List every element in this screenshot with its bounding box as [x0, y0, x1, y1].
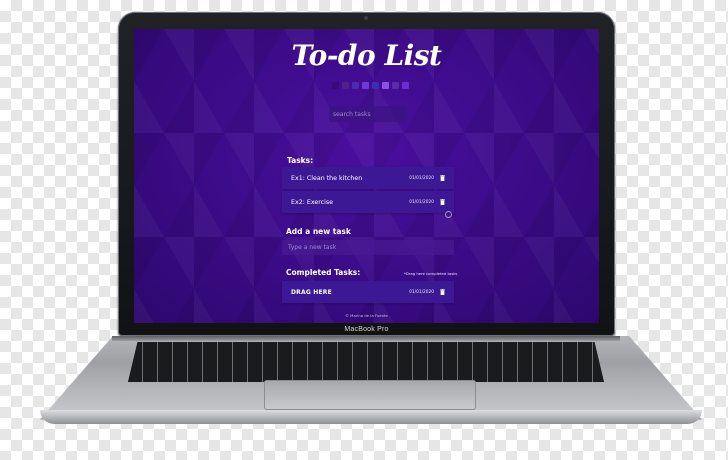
task-item[interactable]: Ex1: Clean the kitchen 01/01/2020	[282, 167, 454, 189]
theme-swatch[interactable]	[332, 82, 339, 89]
trash-icon[interactable]	[440, 199, 445, 205]
theme-swatch[interactable]	[372, 82, 379, 89]
theme-color-picker	[332, 82, 409, 89]
laptop-hinge	[112, 336, 620, 341]
task-item[interactable]: Ex2: Exercise 01/01/2020	[282, 191, 454, 213]
laptop-base-edge	[40, 410, 702, 424]
device-brand-label: MacBook Pro	[344, 326, 389, 333]
trash-icon[interactable]	[440, 175, 445, 181]
theme-swatch[interactable]	[402, 82, 409, 89]
new-task-input[interactable]	[282, 240, 454, 255]
camera-dot	[364, 16, 368, 20]
task-date: 01/01/2020	[409, 175, 434, 181]
completed-tasks-heading: Completed Tasks:	[286, 268, 361, 277]
theme-swatch[interactable]	[392, 82, 399, 89]
add-task-icon[interactable]	[445, 211, 452, 218]
task-date: 01/01/2020	[409, 289, 434, 295]
keyboard	[128, 342, 604, 382]
trackpad	[264, 380, 476, 410]
laptop-lid: To-do List Tasks: Ex1: Clean the kitchen…	[118, 12, 615, 336]
theme-swatch[interactable]	[352, 82, 359, 89]
tasks-heading: Tasks:	[287, 156, 314, 165]
task-date: 01/01/2020	[409, 199, 434, 205]
task-name: Ex1: Clean the kitchen	[291, 174, 363, 182]
drag-hint: *Drag here completed tasks	[404, 271, 458, 276]
app-title: To-do List	[291, 39, 442, 72]
app-screen: To-do List Tasks: Ex1: Clean the kitchen…	[134, 29, 599, 323]
theme-swatch[interactable]	[382, 82, 389, 89]
task-name: Ex2: Exercise	[291, 198, 334, 206]
theme-swatch[interactable]	[362, 82, 369, 89]
completed-task-dropzone[interactable]: DRAG HERE 01/01/2020	[282, 281, 454, 303]
footer-credit: © Marina de la Fuente	[345, 313, 388, 318]
search-input[interactable]	[329, 106, 407, 122]
theme-swatch[interactable]	[342, 82, 349, 89]
add-task-heading: Add a new task	[286, 227, 351, 236]
task-name: DRAG HERE	[291, 288, 332, 296]
trash-icon[interactable]	[440, 289, 445, 295]
